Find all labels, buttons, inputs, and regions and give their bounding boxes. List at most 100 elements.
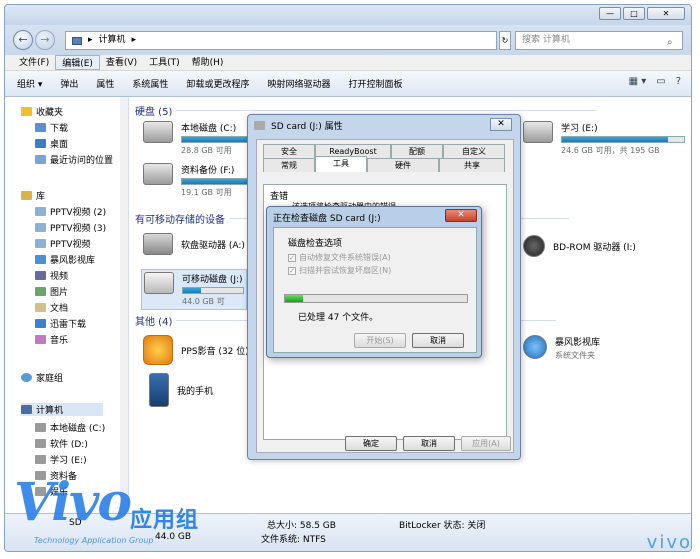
drive-j-tile[interactable]: 可移动磁盘 (J:) 44.0 GB 可 <box>141 269 247 310</box>
sidebar-item-videos[interactable]: 视频 <box>35 269 68 282</box>
windows-drive-icon <box>143 121 173 143</box>
search-input[interactable]: 搜索 计算机 ⌕ <box>515 31 683 50</box>
sidebar-item-downloads[interactable]: 下载 <box>35 121 68 134</box>
maximize-button[interactable]: □ <box>623 7 645 20</box>
sidebar-item-thunder[interactable]: 迅雷下载 <box>35 317 86 330</box>
computer-icon <box>21 405 32 414</box>
sidebar-item-pptv3[interactable]: PPTV视频 (3) <box>35 221 106 234</box>
baofeng-sub: 系统文件夹 <box>555 351 595 360</box>
organize-button[interactable]: 组织 ▾ <box>17 77 42 90</box>
back-button[interactable]: ← <box>13 30 33 50</box>
menu-help[interactable]: 帮助(H) <box>186 55 230 70</box>
drive-j-usage-fill <box>183 288 201 293</box>
bd-rom-icon <box>523 235 545 257</box>
sidebar-scrollbar[interactable] <box>120 97 128 513</box>
sidebar-item-drive-d[interactable]: 软件 (D:) <box>35 437 88 450</box>
menu-file[interactable]: 文件(F) <box>13 55 55 70</box>
usb-drive-icon <box>144 272 174 294</box>
tab-security[interactable]: 安全 <box>263 144 315 158</box>
pps-tile[interactable]: PPS影音 (32 位) <box>143 335 249 365</box>
sidebar-item-baofeng[interactable]: 暴风影视库 <box>35 253 95 266</box>
menu-edit[interactable]: 编辑(E) <box>55 55 100 70</box>
apply-button[interactable]: 应用(A) <box>461 436 511 451</box>
drive-i-tile[interactable]: BD-ROM 驱动器 (I:) <box>523 235 636 257</box>
properties-button[interactable]: 属性 <box>96 77 114 90</box>
sidebar-homegroup[interactable]: 家庭组 <box>21 371 63 384</box>
phone-tile[interactable]: 我的手机 <box>149 373 213 407</box>
drive-j-free: 44.0 GB 可 <box>182 297 225 306</box>
properties-close-button[interactable]: ✕ <box>490 118 512 131</box>
tab-general[interactable]: 常规 <box>263 158 315 172</box>
desktop-icon <box>35 139 46 148</box>
check-cancel-button[interactable]: 取消 <box>412 333 464 348</box>
video-folder-icon <box>35 239 46 248</box>
check-progress-bar <box>284 294 468 303</box>
auto-fix-checkbox[interactable]: ✓ 自动修复文件系统错误(A) <box>288 252 391 263</box>
cancel-button[interactable]: 取消 <box>403 436 455 451</box>
eject-button[interactable]: 弹出 <box>60 77 78 90</box>
refresh-icon[interactable]: ↻ <box>499 31 511 50</box>
tab-hardware[interactable]: 硬件 <box>367 158 439 172</box>
drive-icon <box>143 163 173 185</box>
address-bar[interactable]: ▸ 计算机 ▸ <box>65 31 497 50</box>
forward-button[interactable]: → <box>35 30 55 50</box>
picture-icon <box>35 287 46 296</box>
sidebar-item-pictures[interactable]: 图片 <box>35 285 68 298</box>
menu-view[interactable]: 查看(V) <box>100 55 143 70</box>
title-bar: — □ ✕ <box>5 5 691 25</box>
drive-j-usage-bar <box>182 287 244 294</box>
check-progress-fill <box>285 295 304 302</box>
processed-files-text: 已处理 47 个文件。 <box>298 313 379 323</box>
check-options-label: 磁盘检查选项 <box>288 239 343 249</box>
sidebar-item-documents[interactable]: 文档 <box>35 301 68 314</box>
ok-button[interactable]: 确定 <box>345 436 397 451</box>
check-disk-close-button[interactable]: ✕ <box>445 209 477 222</box>
tab-customize[interactable]: 自定义 <box>443 144 505 158</box>
sidebar-item-desktop[interactable]: 桌面 <box>35 137 68 150</box>
check-disk-title: 正在检查磁盘 SD card (J:) <box>273 214 381 224</box>
video-folder-icon <box>35 223 46 232</box>
sidebar-item-drive-c[interactable]: 本地磁盘 (C:) <box>35 421 105 434</box>
pps-app-icon <box>143 335 173 365</box>
drive-icon <box>35 423 46 432</box>
address-computer[interactable]: 计算机 <box>99 32 126 49</box>
preview-pane-icon[interactable]: ▭ <box>656 76 665 87</box>
drive-e-free: 24.6 GB 可用，共 195 GB <box>561 146 660 155</box>
drive-e-tile[interactable]: 学习 (E:) 24.6 GB 可用，共 195 GB <box>523 121 685 156</box>
address-arrow-icon: ▸ <box>131 35 137 45</box>
tab-tools[interactable]: 工具 <box>315 156 367 172</box>
computer-icon <box>72 36 82 45</box>
homegroup-icon <box>21 373 32 382</box>
sidebar-libraries[interactable]: 库 <box>21 189 45 202</box>
baofeng-tile[interactable]: 暴风影视库 系统文件夹 <box>523 335 600 361</box>
sidebar-item-drive-e[interactable]: 学习 (E:) <box>35 453 87 466</box>
help-icon[interactable]: ? <box>676 76 681 87</box>
drive-e-usage-bar <box>561 136 685 143</box>
sidebar-item-pptv[interactable]: PPTV视频 <box>35 237 91 250</box>
tab-sharing[interactable]: 共享 <box>439 158 505 172</box>
drive-a-tile[interactable]: 软盘驱动器 (A:) <box>143 233 245 255</box>
uninstall-button[interactable]: 卸载或更改程序 <box>186 77 249 90</box>
sidebar-item-recent[interactable]: 最近访问的位置 <box>35 153 113 166</box>
drive-icon <box>35 439 46 448</box>
status-filesystem: 文件系统: NTFS <box>261 535 326 545</box>
system-properties-button[interactable]: 系统属性 <box>132 77 168 90</box>
status-total: 总大小: 58.5 GB <box>267 521 336 531</box>
close-button[interactable]: ✕ <box>647 7 685 20</box>
menu-tools[interactable]: 工具(T) <box>143 55 186 70</box>
watermark-cn: 应用组 <box>130 508 200 533</box>
sidebar-favorites[interactable]: 收藏夹 <box>21 105 63 118</box>
command-bar: 组织 ▾ 弹出 属性 系统属性 卸载或更改程序 映射网络驱动器 打开控制面板 ▦… <box>5 71 691 97</box>
tab-quota[interactable]: 配额 <box>391 144 443 158</box>
checkbox-check-icon: ✓ <box>288 253 296 262</box>
sidebar-computer[interactable]: 计算机 <box>21 403 104 416</box>
start-button[interactable]: 开始(S) <box>354 333 406 348</box>
minimize-button[interactable]: — <box>599 7 621 20</box>
sidebar-item-pptv2[interactable]: PPTV视频 (2) <box>35 205 106 218</box>
map-drive-button[interactable]: 映射网络驱动器 <box>267 77 330 90</box>
drive-a-name: 软盘驱动器 (A:) <box>181 240 245 251</box>
sidebar-item-music[interactable]: 音乐 <box>35 333 68 346</box>
view-options-icon[interactable]: ▦ ▾ <box>629 76 647 87</box>
scan-sectors-checkbox[interactable]: ✓ 扫描并尝试恢复坏扇区(N) <box>288 265 391 276</box>
control-panel-button[interactable]: 打开控制面板 <box>348 77 402 90</box>
